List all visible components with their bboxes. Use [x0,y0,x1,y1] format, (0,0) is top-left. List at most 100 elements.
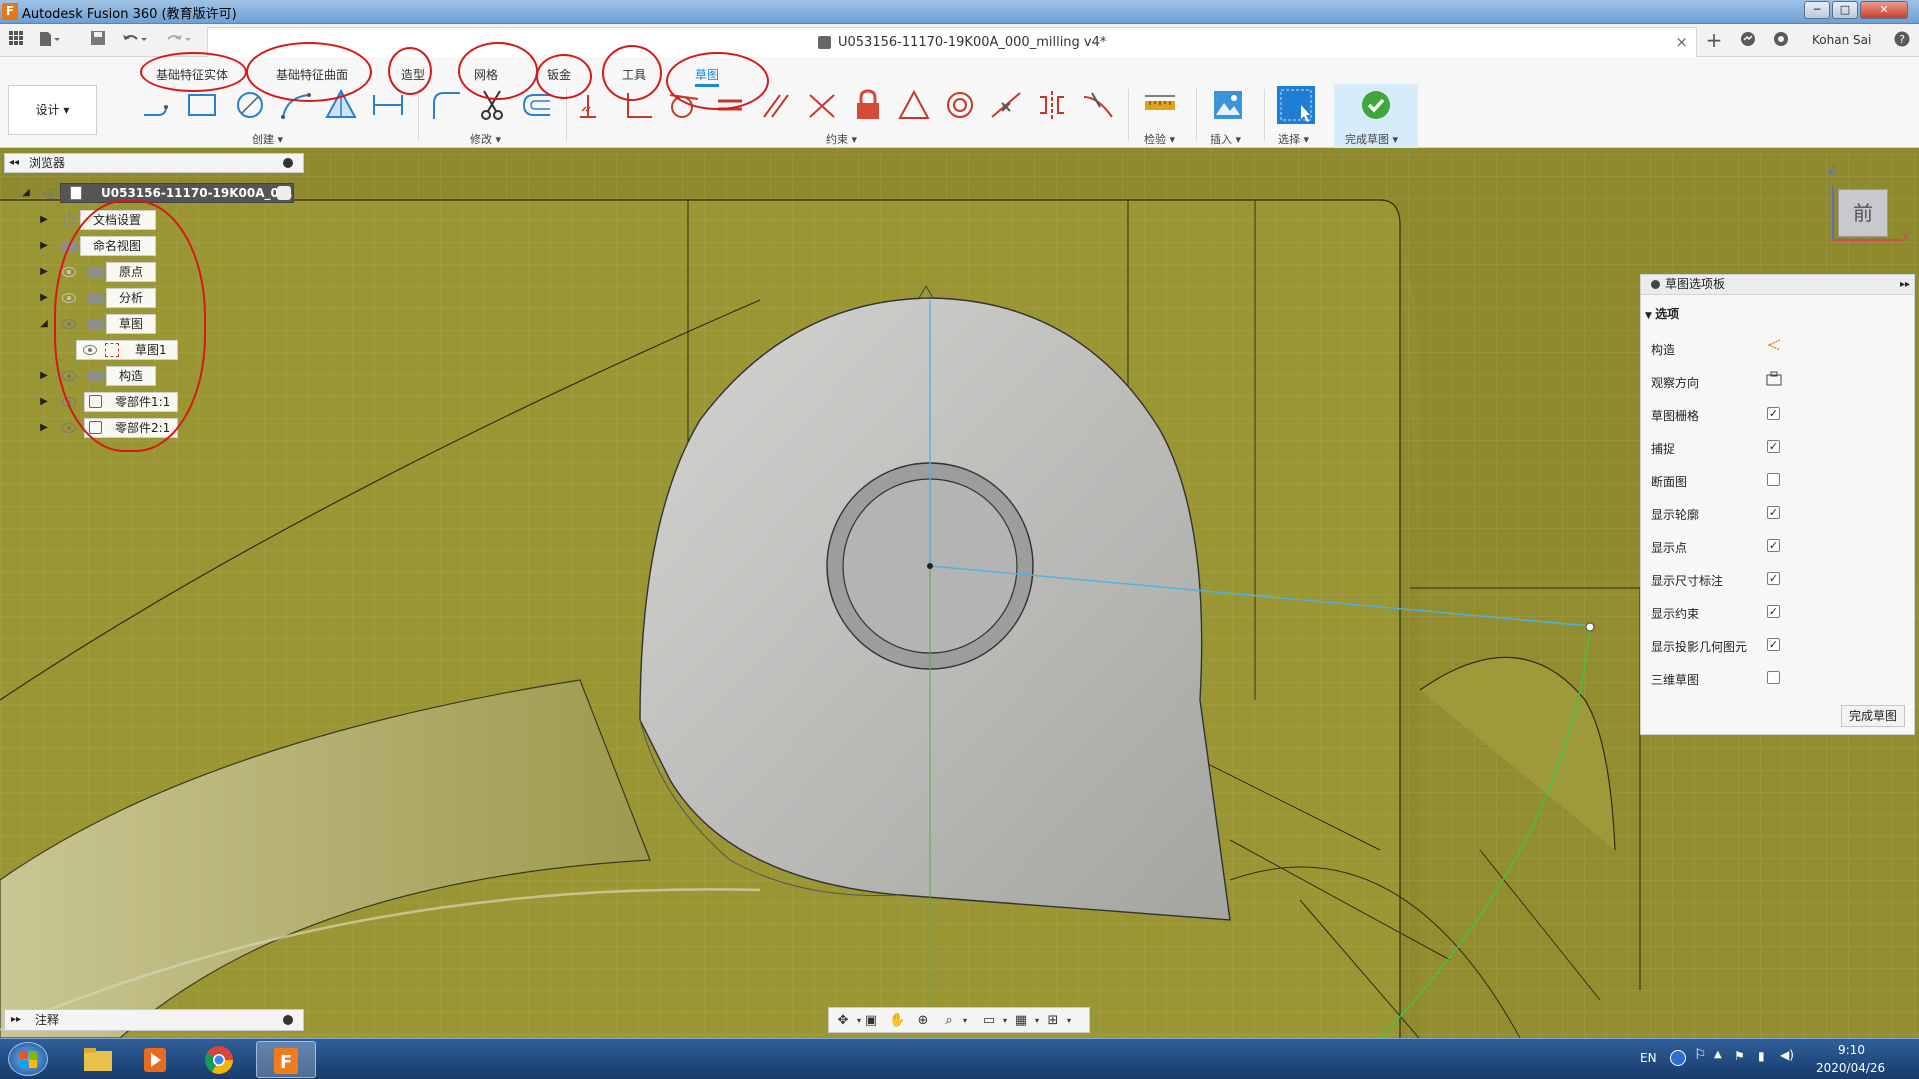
browser-panel-header[interactable]: ◂◂ 浏览器 [4,153,304,173]
tree-expand-arrow[interactable]: ◢ [20,183,32,203]
model-canvas[interactable] [0,148,1919,1038]
zoom-dropdown-icon[interactable]: ▾ [957,1013,973,1028]
visibility-eye-icon[interactable] [44,189,58,199]
viewports-dropdown-icon[interactable]: ▾ [1061,1013,1077,1028]
expand-notes-icon[interactable]: ▸▸ [11,1010,21,1030]
start-button[interactable] [8,1042,48,1076]
tab-sheet-metal[interactable]: 钣金 [547,66,571,83]
tree-item-analysis[interactable]: 分析 [106,288,156,308]
trim-scissors-icon[interactable] [474,87,510,123]
tree-expand-arrow[interactable]: ▶ [38,418,50,438]
concentric-constraint-icon[interactable] [942,87,978,123]
show-constraints-checkbox[interactable]: ✓ [1767,605,1780,618]
chrome-icon[interactable] [192,1041,246,1078]
zoom-icon[interactable]: ⊕ [915,1013,931,1028]
visibility-eye-icon[interactable] [62,293,76,303]
pin-icon[interactable] [283,1015,293,1025]
insert-image-icon[interactable] [1210,87,1246,123]
tree-item-sketch1[interactable]: 草图1 [76,340,178,360]
redo-icon[interactable] [164,30,191,50]
action-center-icon[interactable]: ⚑ [1734,1049,1745,1063]
notifications-icon[interactable] [1771,30,1791,50]
app-grid-icon[interactable] [6,30,26,50]
select-group-label[interactable]: 选择 ▾ [1278,131,1309,147]
tree-expand-arrow[interactable]: ▶ [38,262,50,282]
tree-expand-arrow[interactable]: ▶ [38,366,50,386]
sketch-center-point[interactable] [927,563,933,569]
equal-constraint-icon[interactable] [712,87,748,123]
canvas-viewport[interactable] [0,148,1919,1038]
media-player-icon[interactable] [128,1041,182,1078]
3d-sketch-checkbox[interactable] [1767,671,1780,684]
fit-zoom-icon[interactable]: ⌕ [941,1013,957,1028]
constraints-group-label[interactable]: 约束 ▾ [826,131,857,147]
workspace-switcher[interactable]: 设计 ▾ [8,85,97,135]
visibility-eye-icon[interactable] [83,345,97,355]
look-at-icon[interactable] [1766,371,1782,387]
explorer-folder-icon[interactable] [70,1041,124,1078]
viewports-icon[interactable]: ⊞ [1045,1013,1061,1028]
pin-icon[interactable] [283,158,293,168]
curvature-constraint-icon[interactable] [1080,87,1116,123]
triangle-constraint-icon[interactable] [896,87,932,123]
circle-tool-icon[interactable] [232,87,268,123]
tree-expand-arrow[interactable]: ▶ [38,210,50,230]
tab-tools[interactable]: 工具 [622,66,646,83]
tab-solid[interactable]: 基础特征实体 [156,66,228,83]
visibility-eye-icon[interactable] [62,397,76,407]
show-projected-checkbox[interactable]: ✓ [1767,638,1780,651]
tree-item-document-settings[interactable]: 文档设置 [80,210,156,230]
undo-icon[interactable] [120,30,147,50]
show-dimensions-checkbox[interactable]: ✓ [1767,572,1780,585]
visibility-eye-icon[interactable] [62,267,76,277]
finish-sketch-label[interactable]: 完成草图 ▾ [1345,131,1398,147]
save-icon[interactable] [88,30,108,50]
dimension-tool-icon[interactable] [370,87,406,123]
inspect-group-label[interactable]: 检验 ▾ [1144,131,1175,147]
user-account-name[interactable]: Kohan Sai [1812,33,1871,47]
visibility-eye-icon[interactable] [62,371,76,381]
tree-expand-arrow[interactable]: ▶ [38,288,50,308]
rectangle-tool-icon[interactable] [184,87,220,123]
tab-sketch[interactable]: 草图 [695,66,720,87]
display-dropdown-icon[interactable]: ▾ [997,1013,1013,1028]
viewcube-front-face[interactable]: 前 [1838,189,1888,237]
visibility-eye-icon[interactable] [62,319,76,329]
tab-surface[interactable]: 基础特征曲面 [276,66,348,83]
tree-collapse-arrow[interactable]: ◢ [38,314,50,334]
show-points-checkbox[interactable]: ✓ [1767,539,1780,552]
fix-lock-icon[interactable] [850,87,886,123]
collapse-browser-icon[interactable]: ◂◂ [9,154,19,172]
close-tab-icon[interactable]: × [1675,33,1688,51]
clock-time[interactable]: 9:10 [1838,1043,1865,1057]
select-window-icon[interactable] [1276,85,1316,125]
modify-group-label[interactable]: 修改 ▾ [470,131,501,147]
sketch-grid-checkbox[interactable]: ✓ [1767,407,1780,420]
minimize-button[interactable]: ─ [1804,1,1830,19]
tree-item-component-2[interactable]: 零部件2:1 [84,418,178,438]
tree-item-named-views[interactable]: 命名视图 [80,236,156,256]
activate-component-icon[interactable] [277,186,291,200]
look-at-icon[interactable]: ▣ [863,1013,879,1028]
arc-tool-icon[interactable] [278,87,314,123]
slice-checkbox[interactable] [1767,473,1780,486]
expand-palette-icon[interactable]: ▸▸ [1900,275,1910,294]
sketch-palette-header[interactable]: 草图选项板 ▸▸ [1641,275,1914,295]
tree-item-sketches[interactable]: 草图 [106,314,156,334]
clock-date[interactable]: 2020/04/26 [1816,1061,1885,1075]
construction-icon[interactable] [1766,337,1782,353]
close-window-button[interactable]: ✕ [1860,1,1908,19]
finish-sketch-check-icon[interactable] [1358,87,1394,123]
coincident-constraint-icon[interactable] [804,87,840,123]
tree-expand-arrow[interactable]: ▶ [38,392,50,412]
tray-flag-icon[interactable]: ⚐ [1694,1047,1707,1063]
perpendicular-constraint-icon[interactable] [620,87,656,123]
volume-icon[interactable]: ◀) [1780,1048,1794,1062]
tree-expand-arrow[interactable]: ▶ [38,236,50,256]
file-menu-icon[interactable] [38,30,60,50]
insert-group-label[interactable]: 插入 ▾ [1210,131,1241,147]
offset-tool-icon[interactable] [518,87,554,123]
help-icon[interactable]: ? [1892,30,1912,50]
document-tab[interactable]: U053156-11170-19K00A_000_milling v4* × [207,27,1697,57]
show-profile-checkbox[interactable]: ✓ [1767,506,1780,519]
